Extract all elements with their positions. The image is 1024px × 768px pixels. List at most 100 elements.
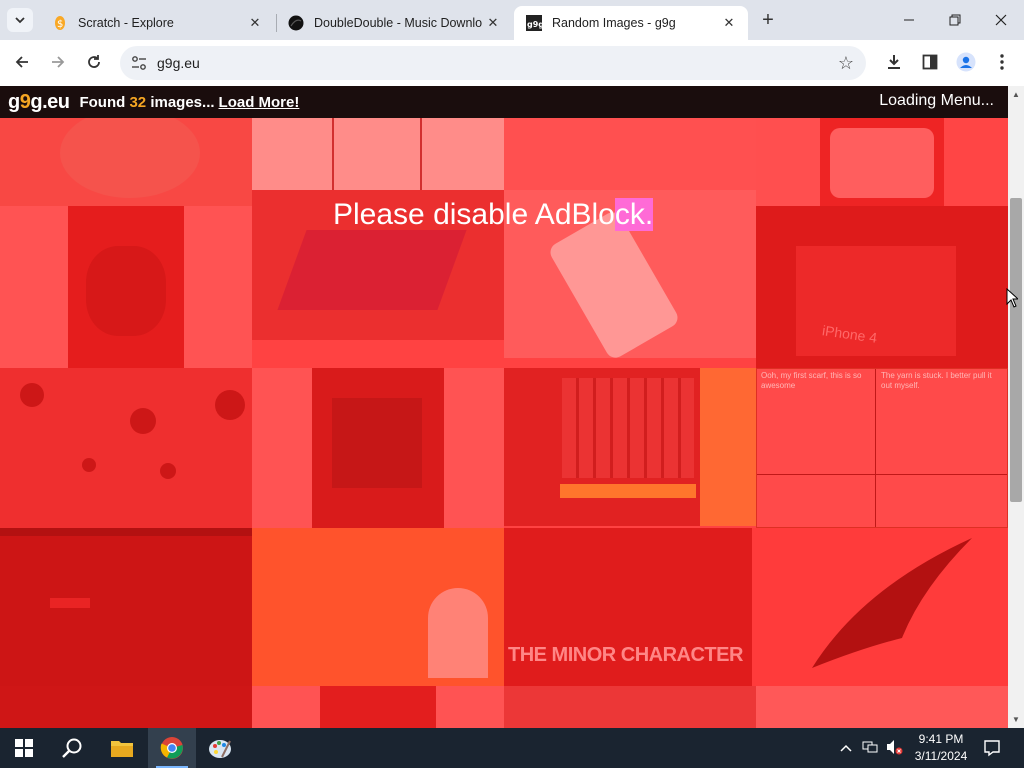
notification-icon xyxy=(984,740,1000,757)
minimize-icon xyxy=(904,19,914,21)
downloads-button[interactable] xyxy=(880,48,908,76)
close-tab-icon[interactable]: ✕ xyxy=(720,14,738,32)
image-tile-room[interactable] xyxy=(312,368,444,528)
image-tile-tiger[interactable] xyxy=(68,206,184,368)
clock-date: 3/11/2024 xyxy=(914,749,968,763)
image-tile-partial[interactable] xyxy=(756,686,1008,728)
load-more-link[interactable]: Load More! xyxy=(219,94,300,111)
side-panel-button[interactable] xyxy=(916,48,944,76)
found-count: 32 xyxy=(129,93,147,111)
image-tile-blank[interactable] xyxy=(252,686,320,728)
start-button[interactable] xyxy=(0,728,48,768)
search-button[interactable] xyxy=(48,728,96,768)
scroll-up-arrow-icon[interactable]: ▲ xyxy=(1012,90,1020,99)
volume-muted-icon[interactable] xyxy=(882,739,906,758)
forward-button[interactable] xyxy=(44,48,72,76)
site-settings-icon[interactable] xyxy=(130,54,148,72)
back-button[interactable] xyxy=(8,48,36,76)
kebab-menu-icon xyxy=(1000,54,1004,70)
new-tab-button[interactable]: + xyxy=(758,9,778,31)
image-tile-blank[interactable] xyxy=(252,368,312,528)
image-tile-minor-character[interactable]: THE MINOR CHARACTER xyxy=(504,528,752,688)
image-tile-winged-figure[interactable] xyxy=(752,528,1008,686)
doubledouble-icon xyxy=(288,15,304,31)
site-menu-status[interactable]: Loading Menu... xyxy=(879,92,994,110)
image-tile-flowers[interactable] xyxy=(0,368,252,528)
browser-menu-button[interactable] xyxy=(988,48,1016,76)
image-tile-partial[interactable] xyxy=(0,686,252,728)
reload-button[interactable] xyxy=(80,48,108,76)
close-tab-icon[interactable]: ✕ xyxy=(484,14,502,32)
profile-button[interactable] xyxy=(952,48,980,76)
action-center-button[interactable] xyxy=(970,728,1014,768)
tab-search-button[interactable] xyxy=(7,8,33,32)
network-icon[interactable] xyxy=(858,740,882,757)
tab-random-images[interactable]: g9g Random Images - g9g ✕ xyxy=(514,6,748,40)
site-header: g9g.eu Found 32 images... Load More! Loa… xyxy=(0,86,1008,118)
image-tile-blank[interactable] xyxy=(184,206,252,368)
image-tile-blank[interactable] xyxy=(0,206,68,368)
tab-title: DoubleDouble - Music Downlo xyxy=(314,16,483,30)
page-scrollbar[interactable]: ▲ ▼ xyxy=(1008,86,1024,728)
image-tile-card-game-side[interactable] xyxy=(700,368,756,526)
restore-icon xyxy=(949,14,961,26)
windows-taskbar: 9:41 PM 3/11/2024 xyxy=(0,728,1024,768)
comic-caption: The yarn is stuck. I better pull it out … xyxy=(881,371,992,390)
scroll-down-arrow-icon[interactable]: ▼ xyxy=(1012,715,1020,724)
chrome-icon xyxy=(160,737,183,759)
minimize-button[interactable] xyxy=(886,0,932,40)
close-tab-icon[interactable]: ✕ xyxy=(246,14,264,32)
image-tile-drawing[interactable] xyxy=(504,118,756,190)
image-tile-blank[interactable] xyxy=(944,118,1008,206)
download-icon xyxy=(888,55,900,69)
found-prefix: Found xyxy=(79,93,126,111)
image-tile-partial[interactable] xyxy=(504,686,756,728)
tab-doubledouble[interactable]: DoubleDouble - Music Downlo ✕ xyxy=(276,6,512,40)
file-explorer-button[interactable] xyxy=(98,728,146,768)
image-tile-cartoon-character[interactable] xyxy=(252,528,504,686)
logo-text: g xyxy=(30,90,43,113)
logo-text-accent: 9 xyxy=(19,90,31,113)
tab-title: Random Images - g9g xyxy=(552,16,676,30)
svg-text:$: $ xyxy=(57,19,63,30)
image-tile-comic[interactable]: Ooh, my first scarf, this is so awesome … xyxy=(756,368,1008,528)
tab-scratch[interactable]: $ Scratch - Explore ✕ xyxy=(40,6,274,40)
image-tile-partial[interactable] xyxy=(320,686,436,728)
restore-button[interactable] xyxy=(932,0,978,40)
arrow-left-icon xyxy=(15,56,28,68)
scratch-icon: $ xyxy=(52,15,68,31)
image-tile-blank[interactable] xyxy=(436,686,504,728)
clock-time: 9:41 PM xyxy=(918,732,964,746)
adblock-notice: Please disable AdBlock. xyxy=(333,198,654,232)
reload-icon xyxy=(88,55,100,68)
paint-taskbar-button[interactable] xyxy=(196,728,244,768)
comic-caption: Ooh, my first scarf, this is so awesome xyxy=(761,371,862,390)
image-tile-blank[interactable] xyxy=(444,368,504,528)
side-panel-icon xyxy=(922,54,938,70)
image-tile-screenshot[interactable] xyxy=(0,528,252,686)
image-tile-snack-bag[interactable] xyxy=(820,118,944,206)
paint-palette-icon xyxy=(209,740,231,758)
close-icon xyxy=(995,14,1007,26)
image-tile-blank[interactable] xyxy=(756,118,820,206)
system-tray xyxy=(838,728,906,768)
image-tile-cat[interactable] xyxy=(0,118,252,206)
scrollbar-thumb[interactable] xyxy=(1010,198,1022,502)
chrome-taskbar-button[interactable] xyxy=(148,728,196,768)
image-tile-card-game[interactable] xyxy=(504,368,700,526)
url-text[interactable]: g9g.eu xyxy=(157,55,200,71)
taskbar-clock[interactable]: 9:41 PM 3/11/2024 xyxy=(906,731,976,765)
image-tile-cartoon-girl[interactable] xyxy=(252,118,504,190)
tab-title: Scratch - Explore xyxy=(78,16,174,30)
close-window-button[interactable] xyxy=(978,0,1024,40)
site-logo[interactable]: g9g.eu xyxy=(8,90,70,114)
tab-strip: $ Scratch - Explore ✕ DoubleDouble - Mus… xyxy=(0,0,1024,40)
profile-avatar-icon xyxy=(956,52,976,72)
svg-text:g9g: g9g xyxy=(527,20,542,29)
chevron-up-icon[interactable] xyxy=(838,741,854,755)
chevron-down-icon xyxy=(15,17,25,24)
image-tile-iphone-box[interactable]: iPhone 4 xyxy=(756,206,1008,368)
address-bar[interactable]: g9g.eu ☆ xyxy=(120,46,866,80)
bookmark-star-icon[interactable]: ☆ xyxy=(838,53,854,74)
found-count-text: Found 32 images... xyxy=(79,94,214,111)
